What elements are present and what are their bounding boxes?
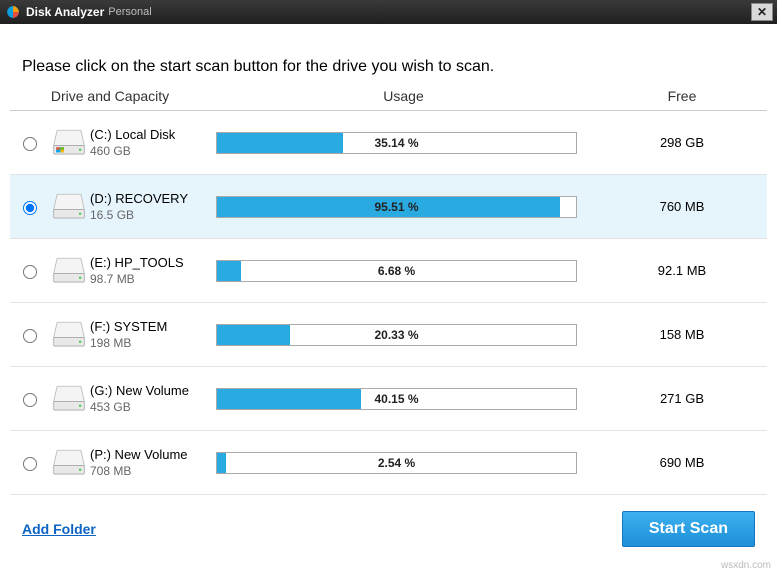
drive-icon <box>52 192 86 222</box>
free-space: 690 MB <box>597 455 767 470</box>
usage-bar: 40.15 % <box>216 388 577 410</box>
drive-row[interactable]: (G:) New Volume 453 GB 40.15 % 271 GB <box>10 367 767 431</box>
drive-radio[interactable] <box>23 201 37 215</box>
drive-capacity: 460 GB <box>90 144 210 158</box>
drive-icon <box>52 128 86 158</box>
column-header-drive: Drive and Capacity <box>10 88 210 104</box>
column-header-free: Free <box>597 88 767 104</box>
usage-label: 95.51 % <box>217 197 576 217</box>
bottom-bar: Add Folder Start Scan <box>0 511 777 547</box>
column-header-usage: Usage <box>210 88 597 104</box>
drive-name: (P:) New Volume <box>90 447 210 462</box>
column-headers: Drive and Capacity Usage Free <box>10 88 767 111</box>
drive-name: (D:) RECOVERY <box>90 191 210 206</box>
titlebar: Disk Analyzer Personal ✕ <box>0 0 777 24</box>
drive-icon <box>52 448 86 478</box>
drive-row[interactable]: (F:) SYSTEM 198 MB 20.33 % 158 MB <box>10 303 767 367</box>
drive-icon <box>52 320 86 350</box>
drive-capacity: 98.7 MB <box>90 272 210 286</box>
start-scan-button[interactable]: Start Scan <box>622 511 755 547</box>
drive-radio[interactable] <box>23 457 37 471</box>
usage-label: 35.14 % <box>217 133 576 153</box>
drive-icon <box>52 256 86 286</box>
usage-label: 40.15 % <box>217 389 576 409</box>
drive-name: (G:) New Volume <box>90 383 210 398</box>
drive-row[interactable]: (D:) RECOVERY 16.5 GB 95.51 % 760 MB <box>10 175 767 239</box>
drive-capacity: 198 MB <box>90 336 210 350</box>
usage-bar: 95.51 % <box>216 196 577 218</box>
app-logo-icon <box>6 5 20 19</box>
free-space: 92.1 MB <box>597 263 767 278</box>
watermark: wsxdn.com <box>721 560 771 571</box>
drive-radio[interactable] <box>23 329 37 343</box>
drive-list: (C:) Local Disk 460 GB 35.14 % 298 GB (D… <box>10 111 767 495</box>
drive-name: (C:) Local Disk <box>90 127 210 142</box>
free-space: 158 MB <box>597 327 767 342</box>
drive-icon <box>52 384 86 414</box>
drive-name: (F:) SYSTEM <box>90 319 210 334</box>
usage-bar: 6.68 % <box>216 260 577 282</box>
close-icon: ✕ <box>757 5 767 19</box>
usage-label: 20.33 % <box>217 325 576 345</box>
drive-name: (E:) HP_TOOLS <box>90 255 210 270</box>
drive-radio[interactable] <box>23 265 37 279</box>
drive-radio[interactable] <box>23 393 37 407</box>
usage-label: 6.68 % <box>217 261 576 281</box>
usage-bar: 2.54 % <box>216 452 577 474</box>
free-space: 298 GB <box>597 135 767 150</box>
drive-row[interactable]: (E:) HP_TOOLS 98.7 MB 6.68 % 92.1 MB <box>10 239 767 303</box>
instruction-text: Please click on the start scan button fo… <box>22 58 767 76</box>
drive-capacity: 16.5 GB <box>90 208 210 222</box>
free-space: 760 MB <box>597 199 767 214</box>
app-name: Disk Analyzer <box>26 5 104 19</box>
drive-capacity: 453 GB <box>90 400 210 414</box>
usage-bar: 20.33 % <box>216 324 577 346</box>
usage-bar: 35.14 % <box>216 132 577 154</box>
close-button[interactable]: ✕ <box>751 3 773 21</box>
drive-radio[interactable] <box>23 137 37 151</box>
drive-capacity: 708 MB <box>90 464 210 478</box>
free-space: 271 GB <box>597 391 767 406</box>
add-folder-link[interactable]: Add Folder <box>22 521 96 537</box>
drive-row[interactable]: (P:) New Volume 708 MB 2.54 % 690 MB <box>10 431 767 495</box>
usage-label: 2.54 % <box>217 453 576 473</box>
app-edition: Personal <box>108 6 151 18</box>
drive-row[interactable]: (C:) Local Disk 460 GB 35.14 % 298 GB <box>10 111 767 175</box>
